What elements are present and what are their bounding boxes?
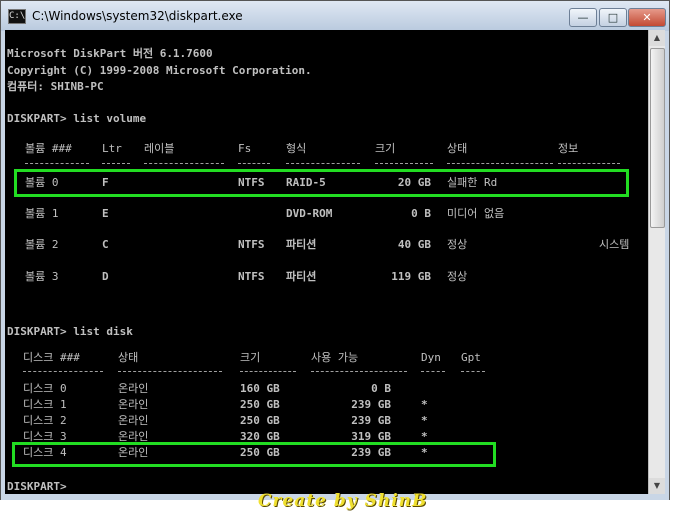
banner-line: Copyright (C) 1999-2008 Microsoft Corpor…: [7, 64, 312, 77]
disk-header-cell: 크기: [240, 351, 261, 364]
header-underline: [286, 163, 360, 164]
volume-cell-ltr: D: [102, 270, 109, 283]
volume-cell-type: DVD-ROM: [286, 207, 333, 220]
disk-cell-free: 239 GB: [351, 414, 391, 427]
prompt-line: DISKPART>: [7, 480, 67, 493]
volume-cell-ltr: C: [102, 238, 109, 251]
command-line: DISKPART> list disk: [7, 325, 133, 338]
watermark: Create by ShinB: [258, 491, 428, 511]
header-underline: [118, 371, 222, 372]
volume-cell-num: 볼륨 2: [25, 238, 59, 251]
disk-cell-dyn: *: [421, 398, 428, 411]
vertical-scrollbar[interactable]: ▲ ▼: [648, 30, 665, 494]
volume-header-cell: 볼륨 ###: [25, 142, 72, 155]
highlight-box-volume: [14, 169, 629, 197]
window-title: C:\Windows\system32\diskpart.exe: [32, 9, 243, 23]
volume-cell-type: 파티션: [286, 238, 317, 251]
highlight-box-disk: [12, 442, 496, 467]
volume-cell-status: 정상: [447, 270, 468, 283]
banner-line: 컴퓨터: SHINB-PC: [7, 80, 104, 93]
volume-header-cell: 정보: [558, 142, 579, 155]
maximize-button[interactable]: □: [599, 8, 627, 27]
volume-cell-status: 정상: [447, 238, 468, 251]
disk-header-cell: 디스크 ###: [23, 351, 80, 364]
disk-cell-free: 239 GB: [351, 398, 391, 411]
header-underline: [25, 163, 89, 164]
disk-cell-free: 0 B: [371, 382, 391, 395]
disk-header-cell: Dyn: [421, 351, 441, 364]
disk-cell-status: 온라인: [118, 414, 149, 427]
scroll-thumb[interactable]: [650, 48, 665, 228]
disk-header-cell: 상태: [118, 351, 139, 364]
console-output[interactable]: Microsoft DiskPart 버전 6.1.7600 Copyright…: [5, 30, 648, 494]
disk-header-cell: Gpt: [461, 351, 481, 364]
volume-header-cell: 레이블: [144, 142, 175, 155]
disk-cell-num: 디스크 2: [23, 414, 67, 427]
command-line: DISKPART> list volume: [7, 112, 147, 125]
header-underline: [240, 371, 296, 372]
volume-cell-fs: NTFS: [238, 238, 265, 251]
volume-cell-status: 미디어 없음: [447, 207, 505, 220]
header-underline: [144, 163, 224, 164]
scroll-up-icon[interactable]: ▲: [649, 30, 665, 46]
disk-cell-num: 디스크 1: [23, 398, 67, 411]
header-underline: [238, 163, 270, 164]
volume-cell-size: 40 GB: [397, 238, 431, 251]
header-underline: [23, 371, 103, 372]
banner-line: Microsoft DiskPart 버전 6.1.7600: [7, 47, 213, 60]
header-underline: [421, 371, 445, 372]
disk-cell-size: 250 GB: [240, 398, 280, 411]
header-underline: [447, 163, 553, 164]
disk-cell-dyn: *: [421, 414, 428, 427]
disk-cell-size: 250 GB: [240, 414, 280, 427]
volume-header-cell: 크기: [375, 142, 396, 155]
header-underline: [311, 371, 407, 372]
volume-cell-ltr: E: [102, 207, 109, 220]
header-underline: [375, 163, 433, 164]
disk-header-cell: 사용 가능: [311, 351, 359, 364]
console-app-icon[interactable]: C:\: [8, 9, 26, 24]
volume-header-cell: 형식: [286, 142, 307, 155]
volume-cell-info: 시스템: [599, 238, 630, 251]
minimize-button[interactable]: —: [569, 8, 597, 27]
disk-cell-size: 160 GB: [240, 382, 280, 395]
volume-cell-num: 볼륨 3: [25, 270, 59, 283]
header-underline: [558, 163, 620, 164]
volume-cell-num: 볼륨 1: [25, 207, 59, 220]
disk-cell-num: 디스크 0: [23, 382, 67, 395]
volume-cell-size: 0 B: [411, 207, 431, 220]
title-bar[interactable]: C:\ C:\Windows\system32\diskpart.exe — □…: [1, 1, 669, 31]
disk-cell-status: 온라인: [118, 398, 149, 411]
volume-header-cell: Fs: [238, 142, 252, 155]
volume-cell-size: 119 GB: [391, 270, 431, 283]
volume-header-cell: 상태: [447, 142, 468, 155]
scroll-down-icon[interactable]: ▼: [649, 478, 665, 494]
volume-cell-type: 파티션: [286, 270, 317, 283]
close-button[interactable]: ✕: [628, 8, 666, 27]
header-underline: [461, 371, 485, 372]
disk-cell-status: 온라인: [118, 382, 149, 395]
volume-cell-fs: NTFS: [238, 270, 265, 283]
volume-header-cell: Ltr: [102, 142, 122, 155]
header-underline: [102, 163, 130, 164]
